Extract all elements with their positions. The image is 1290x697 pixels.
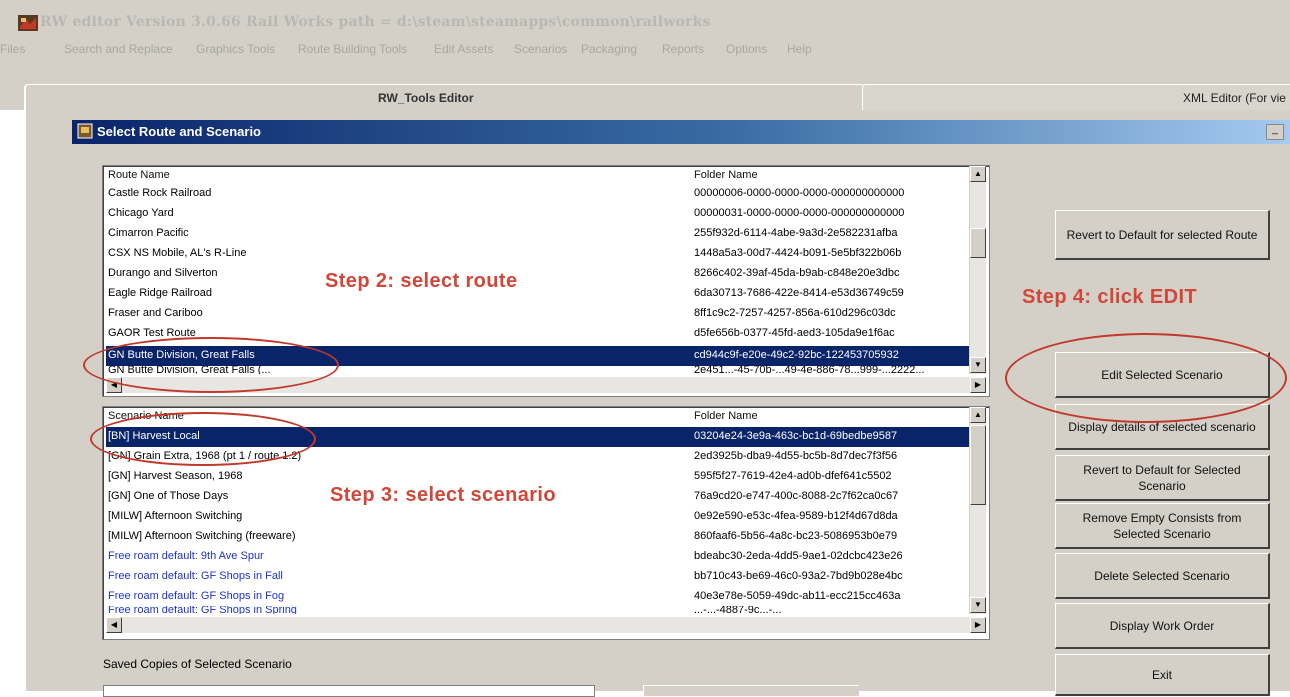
route-folder: d5fe656b-0377-45fd-aed3-105da9e1f6ac (694, 327, 895, 339)
route-folder: 00000031-0000-0000-0000-000000000000 (694, 207, 905, 219)
tab-label: RW_Tools Editor (378, 91, 474, 105)
route-vertical-scrollbar[interactable]: ▲ ▼ (969, 166, 986, 374)
menu-files[interactable]: Files (0, 42, 25, 56)
scenario-name: Free roam default: GF Shops in Fall (108, 570, 283, 582)
route-folder: 00000006-0000-0000-0000-000000000000 (694, 187, 905, 199)
route-folder: cd944c9f-e20e-49c2-92bc-122453705932 (694, 349, 899, 361)
menu-graphics-tools[interactable]: Graphics Tools (196, 42, 275, 56)
scenario-name: Free roam default: GF Shops in Fog (108, 590, 285, 602)
app-icon (18, 15, 38, 31)
scenario-name: [MILW] Afternoon Switching (freeware) (108, 530, 296, 542)
scenario-folder: 40e3e78e-5059-49dc-ab11-ecc215cc463a (694, 590, 901, 602)
annotation-circle-edit (1005, 333, 1287, 423)
menu-search-replace[interactable]: Search and Replace (64, 42, 173, 56)
dialog-title: Select Route and Scenario (97, 124, 261, 139)
tab-label: XML Editor (For vie (1183, 91, 1286, 105)
route-name-header[interactable]: Route Name (108, 169, 170, 183)
route-name: Castle Rock Railroad (108, 187, 212, 199)
menu-route-building-tools[interactable]: Route Building Tools (298, 42, 407, 56)
route-folder: 6da30713-7686-422e-8414-e53d36749c59 (694, 287, 904, 299)
scenario-name: Free roam default: GF Shops in Spring (108, 606, 297, 614)
scroll-thumb[interactable] (970, 228, 986, 258)
route-row[interactable]: Chicago Yard 00000031-0000-0000-0000-000… (106, 204, 976, 224)
menu-reports[interactable]: Reports (662, 42, 704, 56)
menu-edit-assets[interactable]: Edit Assets (434, 42, 493, 56)
scenario-folder-header[interactable]: Folder Name (694, 410, 758, 424)
exit-button[interactable]: Exit (1055, 654, 1270, 696)
annotation-circle-route (83, 337, 339, 393)
saved-copies-label: Saved Copies of Selected Scenario (103, 657, 292, 671)
scroll-thumb[interactable] (970, 425, 986, 505)
scroll-right-icon[interactable]: ▶ (970, 617, 986, 633)
route-folder: 2e451...-45-70b-...49-4e-886-78...999-..… (694, 365, 925, 374)
scroll-up-icon[interactable]: ▲ (970, 166, 986, 182)
scenario-row[interactable]: Free roam default: GF Shops in Fog 40e3e… (106, 587, 976, 607)
delete-scenario-button[interactable]: Delete Selected Scenario (1055, 553, 1270, 599)
scenario-folder: 860faaf6-5b56-4a8c-bc23-5086953b0e79 (694, 530, 898, 542)
scenario-folder: bb710c43-be69-46c0-93a2-7bd9b028e4bc (694, 570, 903, 582)
scroll-right-icon[interactable]: ▶ (970, 377, 986, 393)
scenario-row[interactable]: [MILW] Afternoon Switching (freeware) 86… (106, 527, 976, 547)
route-folder: 255f932d-6114-4abe-9a3d-2e582231afba (694, 227, 898, 239)
annotation-circle-scenario (90, 412, 316, 466)
scenario-folder: 2ed3925b-dba9-4d55-bc5b-8d7dec7f3f56 (694, 450, 898, 462)
route-folder-header[interactable]: Folder Name (694, 169, 758, 183)
scenario-folder: 03204e24-3e9a-463c-bc1d-69bedbe9587 (694, 430, 898, 442)
scenario-folder: bdeabc30-2eda-4dd5-9ae1-02dcbc423e26 (694, 550, 903, 562)
route-folder: 8ff1c9c2-7257-4257-856a-610d296c03dc (694, 307, 896, 319)
route-row[interactable]: Castle Rock Railroad 00000006-0000-0000-… (106, 184, 976, 204)
route-name: Durango and Silverton (108, 267, 218, 279)
route-name: CSX NS Mobile, AL's R-Line (108, 247, 247, 259)
route-name: Chicago Yard (108, 207, 174, 219)
scenario-row[interactable]: Free roam default: GF Shops in Fall bb71… (106, 567, 976, 587)
menu-options[interactable]: Options (726, 42, 767, 56)
annotation-step2: Step 2: select route (325, 270, 518, 292)
scroll-down-icon[interactable]: ▼ (970, 597, 986, 613)
menu-scenarios[interactable]: Scenarios (514, 42, 567, 56)
scenario-row[interactable]: Free roam default: 9th Ave Spur bdeabc30… (106, 547, 976, 567)
route-row[interactable]: Fraser and Cariboo 8ff1c9c2-7257-4257-85… (106, 304, 976, 324)
route-folder: 1448a5a3-00d7-4424-b091-5e5bf322b06b (694, 247, 902, 259)
scenario-vertical-scrollbar[interactable]: ▲ ▼ (969, 407, 986, 614)
menu-help[interactable]: Help (787, 42, 812, 56)
scenario-folder: ...-...-4887-9c...-... (694, 606, 782, 614)
minimize-button[interactable]: _ (1266, 124, 1284, 140)
revert-scenario-button[interactable]: Revert to Default for Selected Scenario (1055, 455, 1270, 501)
scenario-name: [GN] Harvest Season, 1968 (108, 470, 243, 482)
annotation-step3: Step 3: select scenario (330, 484, 556, 506)
scenario-horizontal-scrollbar[interactable]: ◀ ▶ (106, 617, 986, 633)
route-name: Fraser and Cariboo (108, 307, 203, 319)
scenario-folder: 595f5f27-7619-42e4-ad0b-dfef641c5502 (694, 470, 892, 482)
scenario-row[interactable]: [MILW] Afternoon Switching 0e92e590-e53c… (106, 507, 976, 527)
route-name: Eagle Ridge Railroad (108, 287, 212, 299)
menu-packaging[interactable]: Packaging (581, 42, 637, 56)
route-row[interactable]: Cimarron Pacific 255f932d-6114-4abe-9a3d… (106, 224, 976, 244)
scroll-up-icon[interactable]: ▲ (970, 407, 986, 423)
scenario-folder: 0e92e590-e53c-4fea-9589-b12f4d67d8da (694, 510, 898, 522)
menu-bar (0, 36, 1290, 62)
route-row[interactable]: CSX NS Mobile, AL's R-Line 1448a5a3-00d7… (106, 244, 976, 264)
saved-copies-list[interactable] (103, 685, 595, 697)
dialog-icon (77, 123, 93, 139)
route-row[interactable]: Eagle Ridge Railroad 6da30713-7686-422e-… (106, 284, 976, 304)
window-title: RW editor Version 3.0.66 Rail Works path… (40, 14, 711, 30)
route-row[interactable]: Durango and Silverton 8266c402-39af-45da… (106, 264, 976, 284)
scenario-folder: 76a9cd20-e747-400c-8088-2c7f62ca0c67 (694, 490, 899, 502)
route-folder: 8266c402-39af-45da-b9ab-c848e20e3dbc (694, 267, 900, 279)
revert-route-button[interactable]: Revert to Default for selected Route (1055, 210, 1270, 260)
scenario-name: Free roam default: 9th Ave Spur (108, 550, 264, 562)
scroll-left-icon[interactable]: ◀ (106, 617, 122, 633)
scenario-row[interactable]: Free roam default: GF Shops in Spring ..… (106, 606, 976, 614)
scroll-down-icon[interactable]: ▼ (970, 357, 986, 373)
display-work-order-button[interactable]: Display Work Order (1055, 603, 1270, 649)
annotation-step4: Step 4: click EDIT (1022, 286, 1198, 308)
tab-rw-tools-editor[interactable]: RW_Tools Editor (24, 84, 865, 111)
scenario-name: [MILW] Afternoon Switching (108, 510, 243, 522)
scenario-name: [GN] One of Those Days (108, 490, 229, 502)
route-name: Cimarron Pacific (108, 227, 189, 239)
tab-xml-editor[interactable]: XML Editor (For vie (862, 84, 1290, 111)
remove-empty-consists-button[interactable]: Remove Empty Consists from Selected Scen… (1055, 503, 1270, 549)
